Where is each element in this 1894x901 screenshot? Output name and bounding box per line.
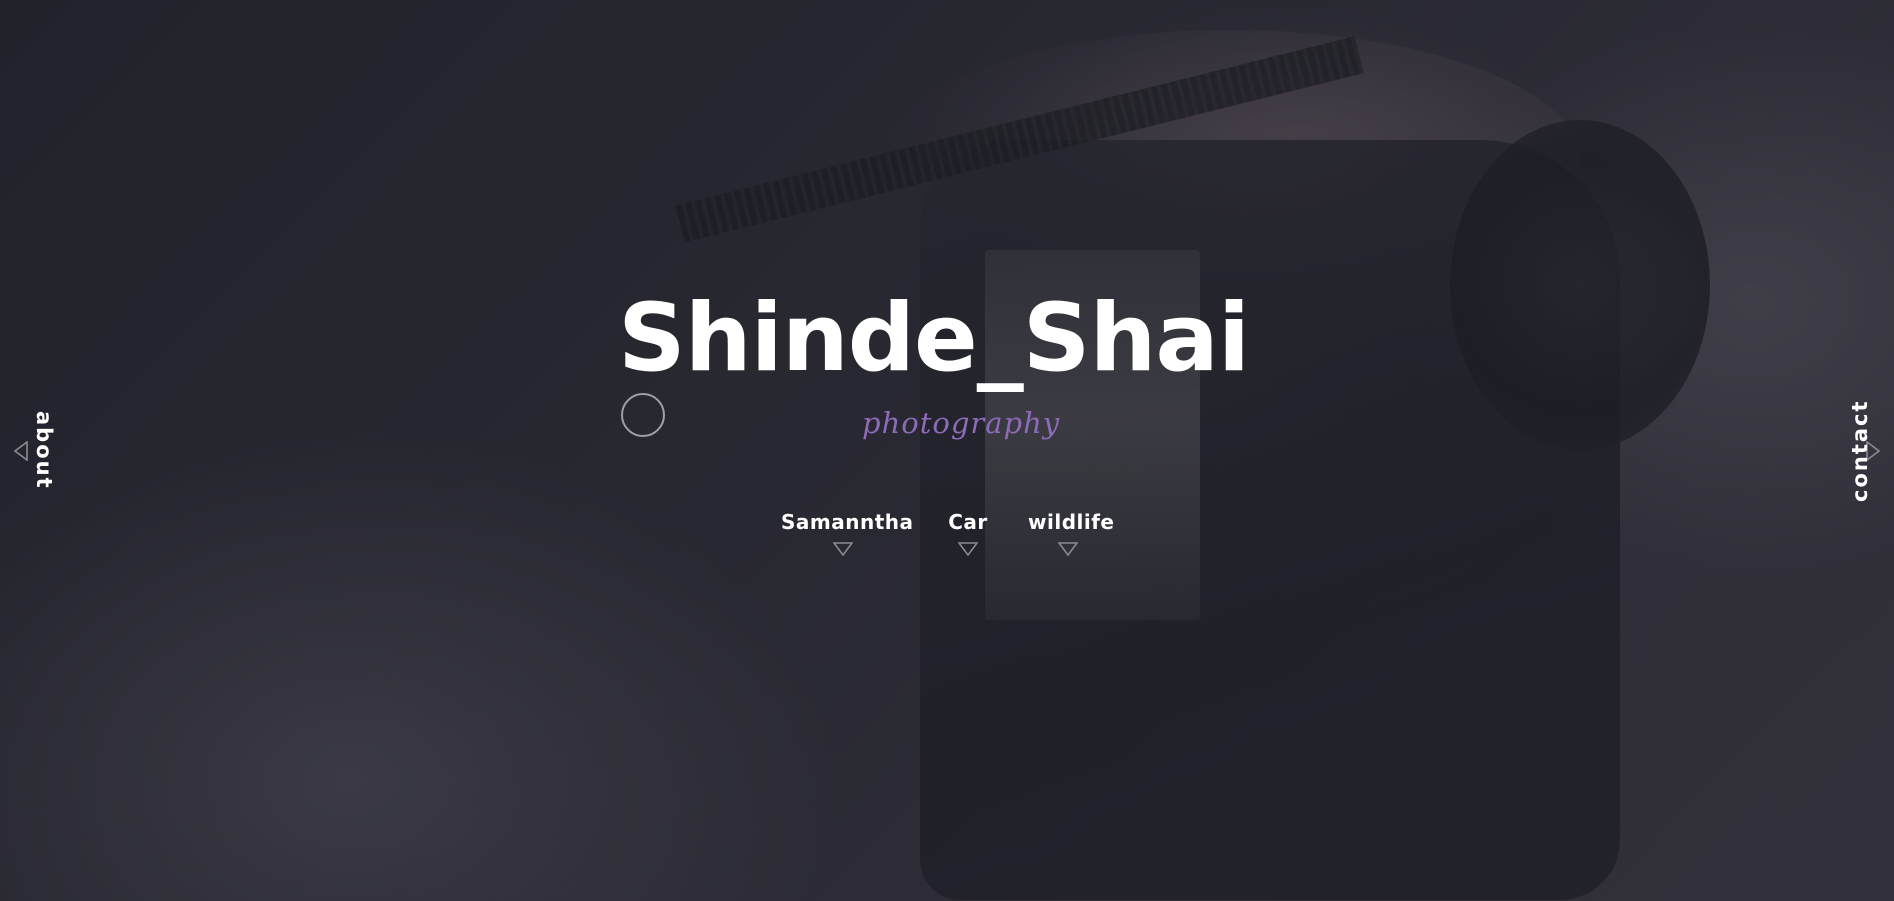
triangle-left-outline-icon[interactable] (13, 441, 29, 461)
gallery-nav: Samanntha Car wildlife (0, 510, 1894, 570)
contact-link[interactable]: contact (1848, 399, 1872, 502)
nav-item-label: Car (948, 510, 988, 534)
nav-item-label: wildlife (1028, 510, 1115, 534)
dark-overlay (0, 0, 1894, 901)
nav-item-wildlife[interactable]: wildlife (1028, 510, 1115, 560)
triangle-down-outline-icon (832, 542, 854, 557)
side-panel-left: about (0, 0, 80, 901)
nav-item-samanntha[interactable]: Samanntha (781, 510, 914, 560)
brand-subtitle: photography (862, 406, 1061, 440)
side-panel-right: contact (1814, 0, 1894, 901)
hero-background: Shinde_Shai photography Samanntha Car wi… (0, 0, 1894, 901)
nav-item-car[interactable]: Car (946, 510, 990, 560)
circle-outline-icon (621, 393, 665, 437)
nav-item-label: Samanntha (781, 510, 914, 534)
triangle-down-outline-icon (1057, 542, 1079, 557)
brand-logo[interactable]: Shinde_Shai photography (618, 284, 1278, 441)
brand-title: Shinde_Shai (618, 284, 1250, 393)
triangle-down-outline-icon (957, 542, 979, 557)
about-link[interactable]: about (32, 411, 56, 490)
